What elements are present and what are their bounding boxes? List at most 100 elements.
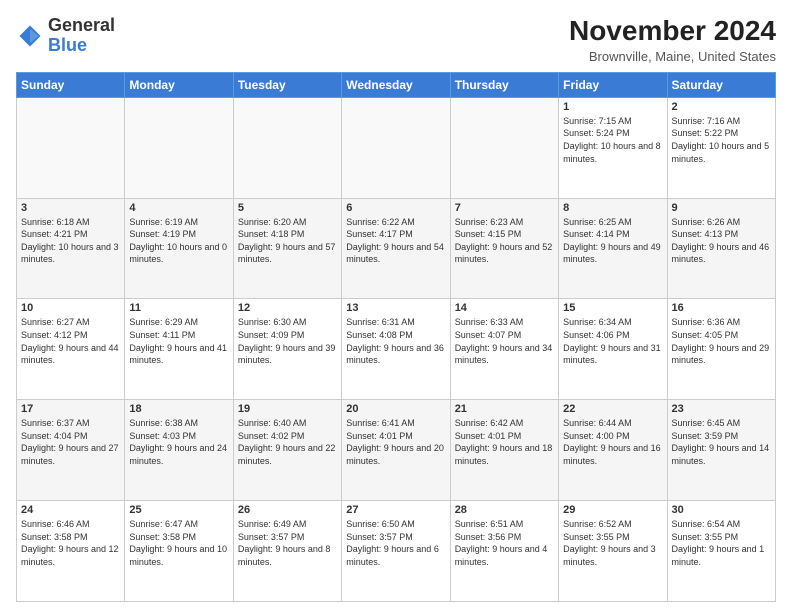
- day-number-4: 4: [129, 202, 228, 214]
- day-number-26: 26: [238, 504, 337, 516]
- day-info-10: Sunrise: 6:27 AM Sunset: 4:12 PM Dayligh…: [21, 316, 120, 366]
- cell-0-4: [450, 97, 558, 198]
- cell-4-1: 25 Sunrise: 6:47 AM Sunset: 3:58 PM Dayli…: [125, 501, 233, 602]
- cell-2-5: 15Sunrise: 6:34 AM Sunset: 4:06 PM Dayli…: [559, 299, 667, 400]
- cell-1-3: 6Sunrise: 6:22 AM Sunset: 4:17 PM Daylig…: [342, 198, 450, 299]
- week-row-0: 1 Sunrise: 7:15 AM Sunset: 5:24 PM Daylig…: [17, 97, 776, 198]
- day-info-17: Sunrise: 6:37 AM Sunset: 4:04 PM Dayligh…: [21, 417, 120, 467]
- day-number-7: 7: [455, 202, 554, 214]
- cell-3-5: 22Sunrise: 6:44 AM Sunset: 4:00 PM Dayli…: [559, 400, 667, 501]
- cell-1-6: 9 Sunrise: 6:26 AM Sunset: 4:13 PM Daylig…: [667, 198, 775, 299]
- location-subtitle: Brownville, Maine, United States: [569, 49, 776, 64]
- day-info-4: Sunrise: 6:19 AM Sunset: 4:19 PM Dayligh…: [129, 216, 228, 266]
- logo-blue: Blue: [48, 35, 87, 55]
- cell-4-3: 27Sunrise: 6:50 AM Sunset: 3:57 PM Dayli…: [342, 501, 450, 602]
- day-number-20: 20: [346, 403, 445, 415]
- cell-3-2: 19Sunrise: 6:40 AM Sunset: 4:02 PM Dayli…: [233, 400, 341, 501]
- cell-2-4: 14 Sunrise: 6:33 AM Sunset: 4:07 PM Dayli…: [450, 299, 558, 400]
- calendar-header-row: Sunday Monday Tuesday Wednesday Thursday…: [17, 72, 776, 97]
- day-number-10: 10: [21, 302, 120, 314]
- cell-3-1: 18Sunrise: 6:38 AM Sunset: 4:03 PM Dayli…: [125, 400, 233, 501]
- cell-2-0: 10 Sunrise: 6:27 AM Sunset: 4:12 PM Dayli…: [17, 299, 125, 400]
- cell-2-3: 13Sunrise: 6:31 AM Sunset: 4:08 PM Dayli…: [342, 299, 450, 400]
- day-number-27: 27: [346, 504, 445, 516]
- cell-2-6: 16 Sunrise: 6:36 AM Sunset: 4:05 PM Dayli…: [667, 299, 775, 400]
- col-saturday: Saturday: [667, 72, 775, 97]
- week-row-3: 17 Sunrise: 6:37 AM Sunset: 4:04 PM Dayli…: [17, 400, 776, 501]
- week-row-1: 3Sunrise: 6:18 AM Sunset: 4:21 PM Daylig…: [17, 198, 776, 299]
- title-area: November 2024 Brownville, Maine, United …: [569, 16, 776, 64]
- cell-1-1: 4 Sunrise: 6:19 AM Sunset: 4:19 PM Daylig…: [125, 198, 233, 299]
- cell-1-5: 8Sunrise: 6:25 AM Sunset: 4:14 PM Daylig…: [559, 198, 667, 299]
- cell-3-4: 21Sunrise: 6:42 AM Sunset: 4:01 PM Dayli…: [450, 400, 558, 501]
- day-info-12: Sunrise: 6:30 AM Sunset: 4:09 PM Dayligh…: [238, 316, 337, 366]
- day-number-2: 2: [672, 101, 771, 113]
- cell-1-4: 7 Sunrise: 6:23 AM Sunset: 4:15 PM Daylig…: [450, 198, 558, 299]
- col-wednesday: Wednesday: [342, 72, 450, 97]
- day-number-21: 21: [455, 403, 554, 415]
- week-row-2: 10 Sunrise: 6:27 AM Sunset: 4:12 PM Dayli…: [17, 299, 776, 400]
- day-info-13: Sunrise: 6:31 AM Sunset: 4:08 PM Dayligh…: [346, 316, 445, 366]
- day-number-17: 17: [21, 403, 120, 415]
- day-info-24: Sunrise: 6:46 AM Sunset: 3:58 PM Dayligh…: [21, 518, 120, 568]
- day-info-26: Sunrise: 6:49 AM Sunset: 3:57 PM Dayligh…: [238, 518, 337, 568]
- cell-3-6: 23 Sunrise: 6:45 AM Sunset: 3:59 PM Dayli…: [667, 400, 775, 501]
- cell-2-1: 11Sunrise: 6:29 AM Sunset: 4:11 PM Dayli…: [125, 299, 233, 400]
- header: General Blue November 2024 Brownville, M…: [16, 16, 776, 64]
- day-number-1: 1: [563, 101, 662, 113]
- logo-icon: [16, 22, 44, 50]
- logo-text: General Blue: [48, 16, 115, 56]
- day-info-29: Sunrise: 6:52 AM Sunset: 3:55 PM Dayligh…: [563, 518, 662, 568]
- cell-4-5: 29 Sunrise: 6:52 AM Sunset: 3:55 PM Dayli…: [559, 501, 667, 602]
- cell-0-0: [17, 97, 125, 198]
- day-number-29: 29: [563, 504, 662, 516]
- cell-3-3: 20 Sunrise: 6:41 AM Sunset: 4:01 PM Dayli…: [342, 400, 450, 501]
- day-info-2: Sunrise: 7:16 AM Sunset: 5:22 PM Dayligh…: [672, 115, 771, 165]
- cell-1-2: 5Sunrise: 6:20 AM Sunset: 4:18 PM Daylig…: [233, 198, 341, 299]
- day-number-12: 12: [238, 302, 337, 314]
- day-info-6: Sunrise: 6:22 AM Sunset: 4:17 PM Dayligh…: [346, 216, 445, 266]
- cell-3-0: 17 Sunrise: 6:37 AM Sunset: 4:04 PM Dayli…: [17, 400, 125, 501]
- day-number-18: 18: [129, 403, 228, 415]
- day-info-14: Sunrise: 6:33 AM Sunset: 4:07 PM Dayligh…: [455, 316, 554, 366]
- logo-general: General: [48, 15, 115, 35]
- day-number-9: 9: [672, 202, 771, 214]
- day-number-28: 28: [455, 504, 554, 516]
- day-info-25: Sunrise: 6:47 AM Sunset: 3:58 PM Dayligh…: [129, 518, 228, 568]
- month-title: November 2024: [569, 16, 776, 47]
- col-sunday: Sunday: [17, 72, 125, 97]
- day-info-16: Sunrise: 6:36 AM Sunset: 4:05 PM Dayligh…: [672, 316, 771, 366]
- cell-4-0: 24Sunrise: 6:46 AM Sunset: 3:58 PM Dayli…: [17, 501, 125, 602]
- cell-0-1: [125, 97, 233, 198]
- cell-0-2: [233, 97, 341, 198]
- day-number-23: 23: [672, 403, 771, 415]
- day-info-28: Sunrise: 6:51 AM Sunset: 3:56 PM Dayligh…: [455, 518, 554, 568]
- cell-0-5: 1 Sunrise: 7:15 AM Sunset: 5:24 PM Daylig…: [559, 97, 667, 198]
- cell-4-6: 30Sunrise: 6:54 AM Sunset: 3:55 PM Dayli…: [667, 501, 775, 602]
- cell-2-2: 12 Sunrise: 6:30 AM Sunset: 4:09 PM Dayli…: [233, 299, 341, 400]
- day-info-9: Sunrise: 6:26 AM Sunset: 4:13 PM Dayligh…: [672, 216, 771, 266]
- day-info-23: Sunrise: 6:45 AM Sunset: 3:59 PM Dayligh…: [672, 417, 771, 467]
- col-friday: Friday: [559, 72, 667, 97]
- day-number-14: 14: [455, 302, 554, 314]
- day-info-7: Sunrise: 6:23 AM Sunset: 4:15 PM Dayligh…: [455, 216, 554, 266]
- page: General Blue November 2024 Brownville, M…: [0, 0, 792, 612]
- day-number-3: 3: [21, 202, 120, 214]
- day-info-19: Sunrise: 6:40 AM Sunset: 4:02 PM Dayligh…: [238, 417, 337, 467]
- day-number-16: 16: [672, 302, 771, 314]
- cell-0-6: 2 Sunrise: 7:16 AM Sunset: 5:22 PM Daylig…: [667, 97, 775, 198]
- week-row-4: 24Sunrise: 6:46 AM Sunset: 3:58 PM Dayli…: [17, 501, 776, 602]
- col-monday: Monday: [125, 72, 233, 97]
- cell-0-3: [342, 97, 450, 198]
- day-info-1: Sunrise: 7:15 AM Sunset: 5:24 PM Dayligh…: [563, 115, 662, 165]
- day-info-11: Sunrise: 6:29 AM Sunset: 4:11 PM Dayligh…: [129, 316, 228, 366]
- day-number-25: 25: [129, 504, 228, 516]
- day-info-20: Sunrise: 6:41 AM Sunset: 4:01 PM Dayligh…: [346, 417, 445, 467]
- cell-1-0: 3Sunrise: 6:18 AM Sunset: 4:21 PM Daylig…: [17, 198, 125, 299]
- day-info-30: Sunrise: 6:54 AM Sunset: 3:55 PM Dayligh…: [672, 518, 771, 568]
- col-tuesday: Tuesday: [233, 72, 341, 97]
- calendar-table: Sunday Monday Tuesday Wednesday Thursday…: [16, 72, 776, 602]
- day-number-15: 15: [563, 302, 662, 314]
- day-info-5: Sunrise: 6:20 AM Sunset: 4:18 PM Dayligh…: [238, 216, 337, 266]
- day-info-22: Sunrise: 6:44 AM Sunset: 4:00 PM Dayligh…: [563, 417, 662, 467]
